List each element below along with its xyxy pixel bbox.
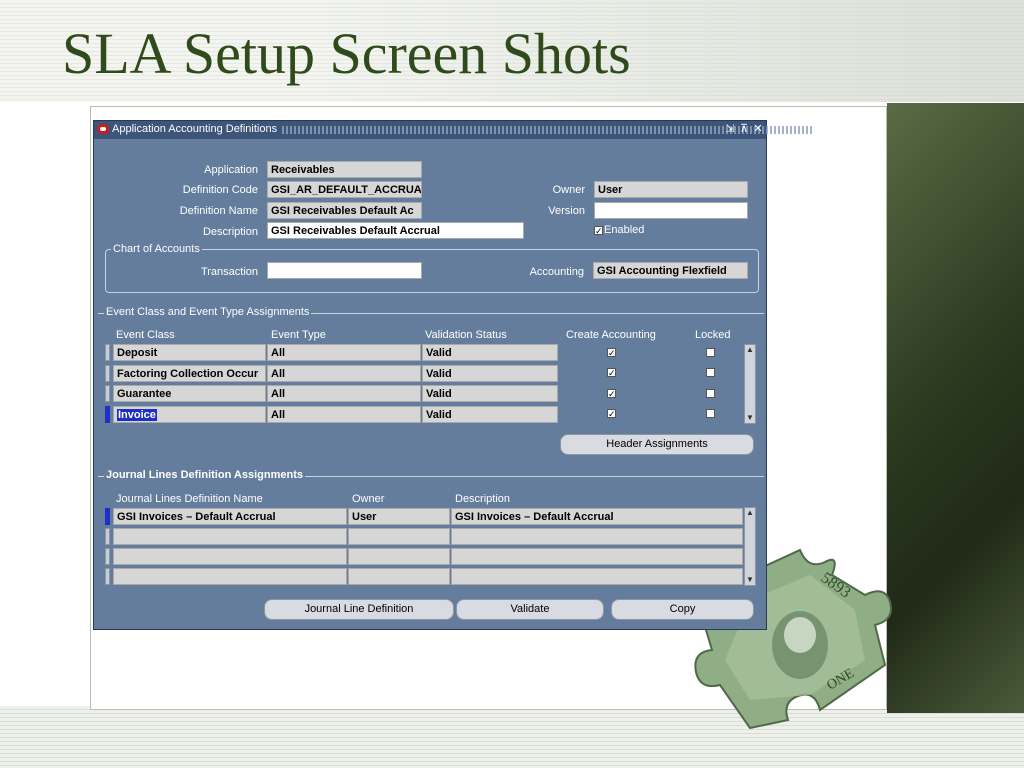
row-indicator[interactable] — [105, 528, 110, 545]
owner-field[interactable]: User — [594, 181, 748, 198]
event-class-cell[interactable]: Guarantee — [113, 385, 266, 402]
create-accounting-checkbox[interactable]: ✓ — [607, 348, 616, 358]
close-icon[interactable]: ✕ — [752, 122, 764, 136]
chart-of-accounts-title: Chart of Accounts — [111, 243, 202, 255]
owner-label: Owner — [552, 184, 585, 196]
definition-code-label: Definition Code — [182, 184, 258, 196]
col-validation-status: Validation Status — [425, 329, 507, 341]
validation-status-cell[interactable]: Valid — [422, 406, 558, 423]
validation-status-cell[interactable]: Valid — [422, 344, 558, 361]
definition-name-label: Definition Name — [179, 205, 258, 217]
selected-text: Invoice — [117, 409, 157, 421]
event-scrollbar[interactable]: ▲ ▼ — [744, 344, 756, 424]
row-indicator[interactable] — [105, 548, 110, 565]
validation-status-cell[interactable]: Valid — [422, 365, 558, 382]
col-event-type: Event Type — [271, 329, 326, 341]
jl-owner-cell[interactable] — [348, 548, 450, 565]
current-row-indicator[interactable] — [105, 508, 110, 525]
jl-description-cell[interactable] — [451, 528, 743, 545]
description-field[interactable]: GSI Receivables Default Accrual — [267, 222, 524, 239]
slide-title: SLA Setup Screen Shots — [62, 21, 631, 86]
transaction-label: Transaction — [200, 266, 258, 278]
scroll-up-icon[interactable]: ▲ — [745, 345, 755, 355]
enabled-check-icon: ✓ — [594, 226, 603, 236]
jl-name-cell[interactable]: GSI Invoices – Default Accrual — [113, 508, 347, 525]
scroll-down-icon[interactable]: ▼ — [745, 413, 755, 423]
window-title: Application Accounting Definitions — [112, 123, 278, 135]
enabled-checkbox[interactable]: ✓Enabled — [594, 224, 644, 236]
slide-right-panel — [887, 103, 1024, 713]
create-accounting-checkbox[interactable]: ✓ — [607, 368, 616, 378]
col-jl-owner: Owner — [352, 493, 385, 505]
accounting-field[interactable]: GSI Accounting Flexfield — [593, 262, 748, 279]
description-label: Description — [202, 226, 258, 238]
scroll-up-icon[interactable]: ▲ — [745, 508, 755, 518]
enabled-label: Enabled — [604, 224, 645, 236]
event-class-cell[interactable]: Factoring Collection Occur — [113, 365, 266, 382]
event-type-cell[interactable]: All — [267, 385, 421, 402]
event-type-cell[interactable]: All — [267, 406, 421, 423]
event-class-cell[interactable]: Deposit — [113, 344, 266, 361]
row-indicator[interactable] — [105, 344, 110, 361]
definition-code-field[interactable]: GSI_AR_DEFAULT_ACCRUA — [267, 181, 422, 198]
journal-lines-title: Journal Lines Definition Assignments — [104, 469, 306, 481]
jl-description-cell[interactable] — [451, 548, 743, 565]
locked-checkbox[interactable] — [706, 409, 715, 418]
journal-line-definition-button[interactable]: Journal Line Definition — [264, 599, 454, 620]
row-indicator[interactable] — [105, 365, 110, 382]
col-jl-name: Journal Lines Definition Name — [116, 493, 263, 505]
transaction-field[interactable] — [267, 262, 422, 279]
window-titlebar[interactable]: Application Accounting Definitions ⇲ ⊼ ✕ — [94, 121, 812, 139]
validation-status-cell[interactable]: Valid — [422, 385, 558, 402]
event-assignments-title: Event Class and Event Type Assignments — [104, 306, 312, 318]
col-create-accounting: Create Accounting — [566, 329, 656, 341]
minimize-icon[interactable]: ⇲ — [724, 122, 736, 136]
maximize-icon[interactable]: ⊼ — [738, 122, 750, 136]
validate-button[interactable]: Validate — [456, 599, 604, 620]
jl-description-cell[interactable]: GSI Invoices – Default Accrual — [451, 508, 743, 525]
application-field[interactable]: Receivables — [267, 161, 422, 178]
jl-name-cell[interactable] — [113, 528, 347, 545]
jl-name-cell[interactable] — [113, 548, 347, 565]
col-jl-description: Description — [455, 493, 511, 505]
version-label: Version — [548, 205, 585, 217]
header-assignments-button[interactable]: Header Assignments — [560, 434, 754, 455]
event-class-cell[interactable]: Invoice — [113, 406, 266, 423]
jl-owner-cell[interactable]: User — [348, 508, 450, 525]
jl-description-cell[interactable] — [451, 568, 743, 585]
create-accounting-checkbox[interactable]: ✓ — [607, 409, 616, 419]
copy-button[interactable]: Copy — [611, 599, 754, 620]
oracle-logo-icon — [97, 124, 109, 134]
current-row-indicator[interactable] — [105, 406, 110, 423]
row-indicator[interactable] — [105, 385, 110, 402]
accounting-label: Accounting — [529, 266, 584, 278]
row-indicator[interactable] — [105, 568, 110, 585]
jl-owner-cell[interactable] — [348, 528, 450, 545]
event-type-cell[interactable]: All — [267, 344, 421, 361]
create-accounting-checkbox[interactable]: ✓ — [607, 389, 616, 399]
locked-checkbox[interactable] — [706, 348, 715, 357]
accounting-definitions-window: Application Accounting Definitions ⇲ ⊼ ✕… — [93, 120, 812, 630]
application-label: Application — [204, 164, 258, 176]
locked-checkbox[interactable] — [706, 368, 715, 377]
scroll-down-icon[interactable]: ▼ — [745, 575, 755, 585]
col-event-class: Event Class — [116, 329, 175, 341]
jl-owner-cell[interactable] — [348, 568, 450, 585]
event-type-cell[interactable]: All — [267, 365, 421, 382]
journal-lines-scrollbar[interactable]: ▲ ▼ — [744, 507, 756, 586]
jl-name-cell[interactable] — [113, 568, 347, 585]
version-field[interactable] — [594, 202, 748, 219]
definition-name-field[interactable]: GSI Receivables Default Ac — [267, 202, 422, 219]
locked-checkbox[interactable] — [706, 389, 715, 398]
col-locked: Locked — [695, 329, 731, 341]
